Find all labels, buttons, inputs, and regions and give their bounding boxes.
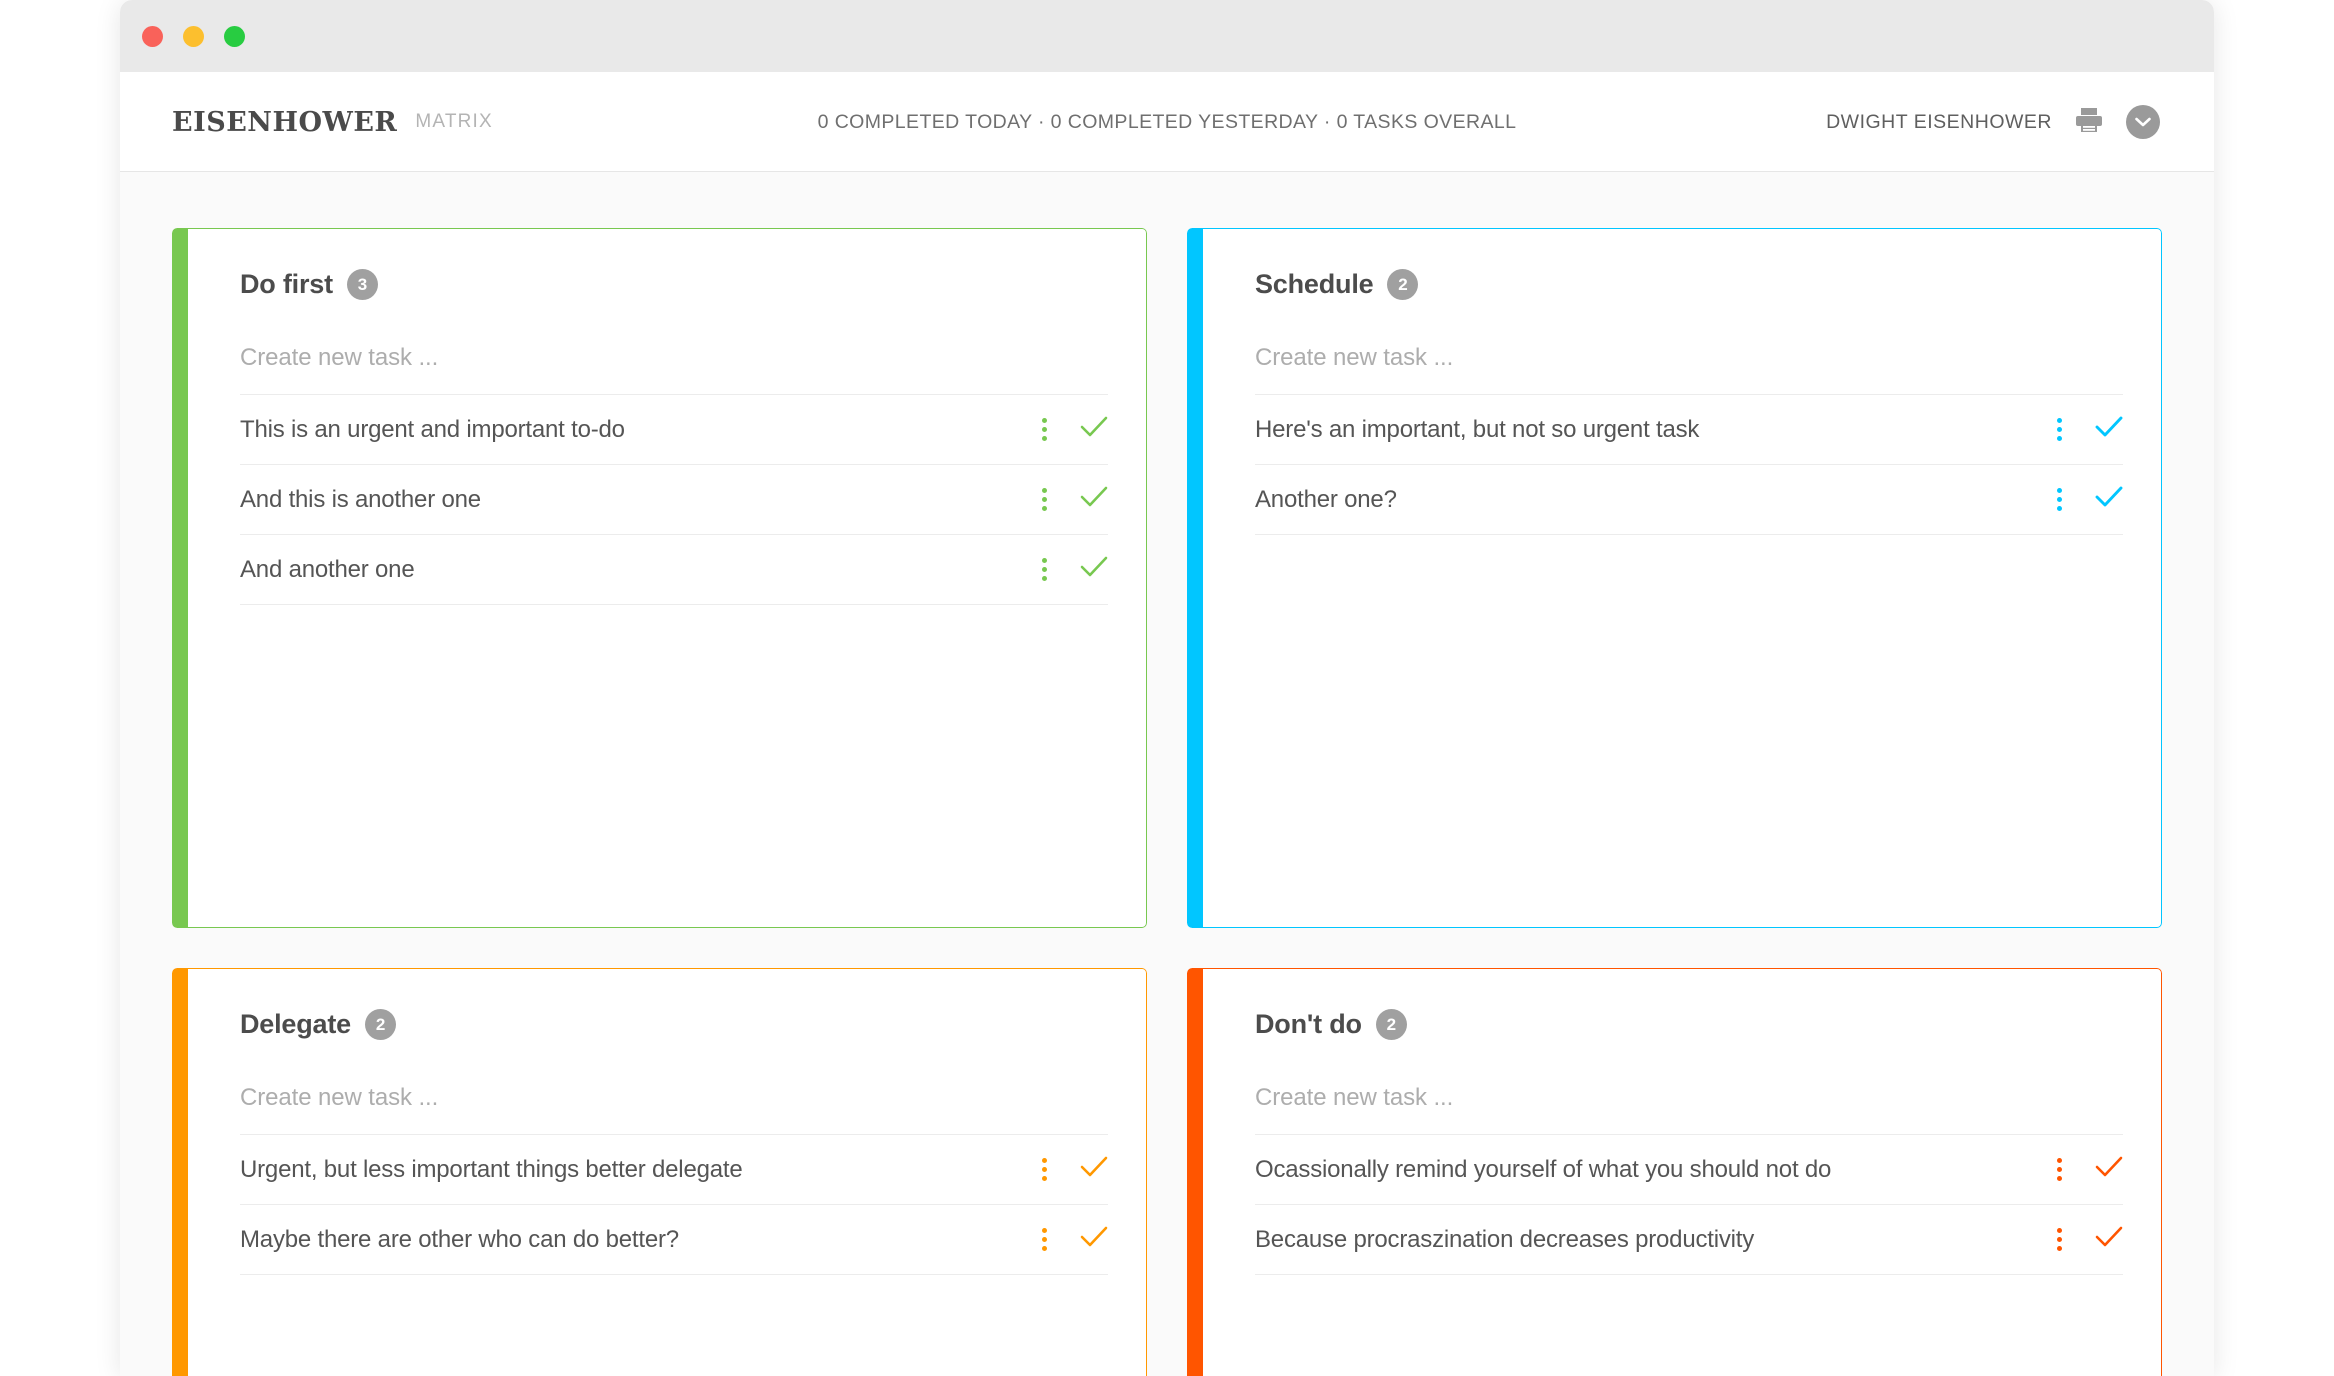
task-menu-icon[interactable]	[1034, 418, 1054, 441]
window-titlebar	[120, 0, 2214, 72]
task-complete-checkmark-icon[interactable]	[2095, 485, 2123, 514]
task-text: Maybe there are other who can do better?	[240, 1225, 679, 1253]
matrix-row-top: Do first 3 Create new task ... This is a…	[172, 228, 2162, 928]
quadrant-task-count: 3	[346, 269, 378, 300]
task-row[interactable]: And another one	[240, 535, 1108, 605]
quadrant-title-row: Do first 3	[240, 269, 1108, 300]
chevron-down-icon	[2135, 117, 2151, 127]
task-actions	[1010, 1225, 1108, 1254]
task-menu-icon[interactable]	[2049, 488, 2069, 511]
quadrant-accent-bar	[172, 228, 188, 928]
quadrant-title-row: Schedule 2	[1255, 269, 2123, 300]
task-text: Because procraszination decreases produc…	[1255, 1225, 1755, 1253]
quadrant-accent-bar	[1187, 228, 1203, 928]
task-complete-checkmark-icon[interactable]	[2095, 415, 2123, 444]
printer-icon[interactable]	[2074, 106, 2104, 139]
task-row[interactable]: Ocassionally remind yourself of what you…	[1255, 1135, 2123, 1205]
task-menu-icon[interactable]	[1034, 1228, 1054, 1251]
quadrant-title: Do first	[240, 269, 333, 299]
new-task-input[interactable]: Create new task ...	[240, 1084, 1108, 1135]
task-complete-checkmark-icon[interactable]	[1080, 485, 1108, 514]
completion-stats-text: 0 COMPLETED TODAY · 0 COMPLETED YESTERDA…	[817, 110, 1517, 133]
task-actions	[1010, 415, 1108, 444]
task-row[interactable]: And this is another one	[240, 465, 1108, 535]
task-actions	[2025, 1225, 2123, 1254]
quadrant-task-count: 2	[1375, 1009, 1407, 1040]
task-text: And another one	[240, 555, 415, 583]
task-text: Another one?	[1255, 485, 1397, 513]
task-row[interactable]: Maybe there are other who can do better?	[240, 1205, 1108, 1275]
task-row[interactable]: Urgent, but less important things better…	[240, 1135, 1108, 1205]
quadrant-title: Don't do	[1255, 1009, 1362, 1039]
task-text: Ocassionally remind yourself of what you…	[1255, 1155, 1832, 1183]
browser-window: EISENHOWER MATRIX 0 COMPLETED TODAY · 0 …	[120, 0, 2214, 1376]
task-menu-icon[interactable]	[1034, 488, 1054, 511]
quadrant-task-count: 2	[364, 1009, 396, 1040]
task-row[interactable]: This is an urgent and important to-do	[240, 395, 1108, 465]
new-task-input[interactable]: Create new task ...	[240, 344, 1108, 395]
minimize-window-button[interactable]	[183, 26, 204, 47]
new-task-input[interactable]: Create new task ...	[1255, 1084, 2123, 1135]
task-row[interactable]: Here's an important, but not so urgent t…	[1255, 395, 2123, 465]
maximize-window-button[interactable]	[224, 26, 245, 47]
task-complete-checkmark-icon[interactable]	[1080, 555, 1108, 584]
brand-subtitle: MATRIX	[415, 111, 493, 132]
account-menu-button[interactable]	[2126, 105, 2160, 139]
quadrant-title: Schedule	[1255, 269, 1374, 299]
task-menu-icon[interactable]	[2049, 1158, 2069, 1181]
task-actions	[2025, 485, 2123, 514]
task-actions	[1010, 1155, 1108, 1184]
quadrant-delegate: Delegate 2 Create new task ... Urgent, b…	[172, 968, 1147, 1376]
matrix-row-bottom: Delegate 2 Create new task ... Urgent, b…	[172, 968, 2162, 1376]
eisenhower-matrix: Do first 3 Create new task ... This is a…	[120, 172, 2214, 1376]
quadrant-schedule: Schedule 2 Create new task ... Here's an…	[1187, 228, 2162, 928]
task-actions	[2025, 1155, 2123, 1184]
quadrant-title-row: Delegate 2	[240, 1009, 1108, 1040]
account-area: DWIGHT EISENHOWER	[1826, 72, 2160, 172]
task-complete-checkmark-icon[interactable]	[1080, 1155, 1108, 1184]
quadrant-accent-bar	[172, 968, 188, 1376]
task-complete-checkmark-icon[interactable]	[2095, 1155, 2123, 1184]
app-root: EISENHOWER MATRIX 0 COMPLETED TODAY · 0 …	[0, 0, 2334, 1376]
task-text: Here's an important, but not so urgent t…	[1255, 415, 1700, 443]
task-complete-checkmark-icon[interactable]	[1080, 1225, 1108, 1254]
window-controls	[142, 26, 245, 47]
quadrant-task-count: 2	[1387, 269, 1419, 300]
task-row[interactable]: Because procraszination decreases produc…	[1255, 1205, 2123, 1275]
quadrant-dont-do: Don't do 2 Create new task ... Ocassiona…	[1187, 968, 2162, 1376]
task-complete-checkmark-icon[interactable]	[2095, 1225, 2123, 1254]
quadrant-do-first: Do first 3 Create new task ... This is a…	[172, 228, 1147, 928]
task-menu-icon[interactable]	[2049, 1228, 2069, 1251]
task-actions	[1010, 555, 1108, 584]
task-menu-icon[interactable]	[2049, 418, 2069, 441]
close-window-button[interactable]	[142, 26, 163, 47]
app-header: EISENHOWER MATRIX 0 COMPLETED TODAY · 0 …	[120, 72, 2214, 172]
quadrant-title-row: Don't do 2	[1255, 1009, 2123, 1040]
quadrant-title: Delegate	[240, 1009, 351, 1039]
task-text: Urgent, but less important things better…	[240, 1155, 743, 1183]
task-text: This is an urgent and important to-do	[240, 415, 625, 443]
quadrant-accent-bar	[1187, 968, 1203, 1376]
task-menu-icon[interactable]	[1034, 1158, 1054, 1181]
task-actions	[2025, 415, 2123, 444]
brand-name: EISENHOWER	[172, 106, 398, 138]
task-actions	[1010, 485, 1108, 514]
task-complete-checkmark-icon[interactable]	[1080, 415, 1108, 444]
user-name: DWIGHT EISENHOWER	[1826, 110, 2052, 133]
task-row[interactable]: Another one?	[1255, 465, 2123, 535]
task-text: And this is another one	[240, 485, 481, 513]
new-task-input[interactable]: Create new task ...	[1255, 344, 2123, 395]
app-logo[interactable]: EISENHOWER MATRIX	[172, 72, 493, 172]
task-menu-icon[interactable]	[1034, 558, 1054, 581]
